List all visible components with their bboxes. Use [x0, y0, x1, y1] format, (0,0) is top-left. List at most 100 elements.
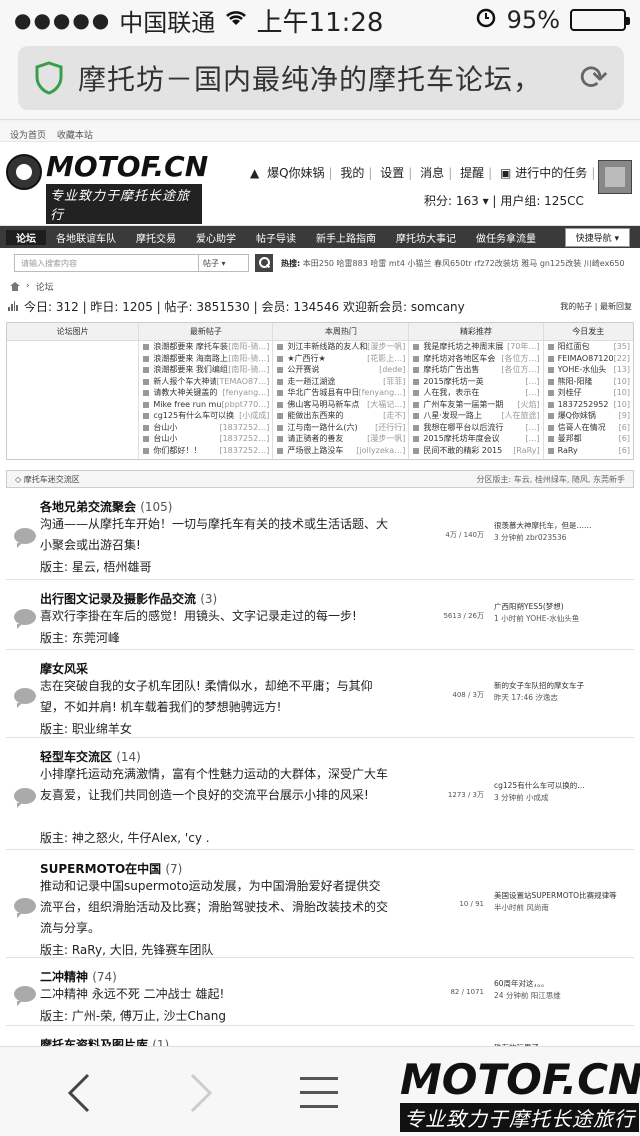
grid-row[interactable]: 严场很上路没车 [jollyzeka…] — [273, 445, 408, 457]
grid-row[interactable]: 八星·发现一路上 [人在旅途] — [409, 410, 542, 422]
grid-row[interactable]: 刘江丰新线路的友人和 [漫步一帆] — [273, 341, 408, 353]
grid-row[interactable]: 请正骑者的善友 [漫步一帆] — [273, 433, 408, 445]
grid-row[interactable]: 浪潮都要来 海南路上空 [南阳-骑…] — [139, 353, 272, 365]
grid-row[interactable]: 台山小 [1837252…] — [139, 422, 272, 434]
forum-name[interactable]: 摩女风采 — [40, 660, 88, 677]
forum-last-post[interactable]: 很羡慕大神摩托车，但是…… 3 分钟前 zbr023536 — [494, 520, 634, 544]
points-label[interactable]: 积分: 163 — [424, 194, 479, 208]
grid-row[interactable]: cg125有什么车可以换 [小成成] — [139, 410, 272, 422]
forum-name[interactable]: 摩托车资料及图片库 (1) — [40, 1036, 169, 1046]
grid-row[interactable]: FEIMAO87120 [22] — [544, 353, 633, 365]
grid-row[interactable]: 华北广告城县有中日 [fenyang…] — [273, 387, 408, 399]
grid-row[interactable]: 摩托坊广告出售 [各位方…] — [409, 364, 542, 376]
quick-nav-dropdown[interactable]: 快捷导航 ▾ — [564, 227, 630, 247]
grid-row[interactable]: 江与南一路什么(六) [还行行] — [273, 422, 408, 434]
search-type-select[interactable]: 帖子 ▾ — [199, 254, 249, 272]
nav-trade[interactable]: 摩托交易 — [126, 230, 186, 245]
grid-row[interactable]: 熊阳-阳隆 [10] — [544, 376, 633, 388]
menu-icon[interactable] — [300, 1077, 338, 1109]
grid-row[interactable]: 刘桂仔 [10] — [544, 387, 633, 399]
grid-row[interactable]: 2015摩托坊年度会议 […] — [409, 433, 542, 445]
forum-row[interactable]: 二冲精神 (74) 二冲精神 永远不死 二冲战士 雄起! 版主: 广州-荣, 傅万止… — [6, 958, 634, 1026]
grid-row[interactable]: YOHE-水仙头 [13] — [544, 364, 633, 376]
nav-tasks[interactable]: 做任务拿流量 — [466, 230, 546, 245]
forum-last-post[interactable]: 美国设置站SUPERMOTO比赛规律等 半小时前 风尚南 — [494, 890, 634, 914]
nav-charity[interactable]: 爱心助学 — [186, 230, 246, 245]
grid-row[interactable]: 2015摩托坊一英 […] — [409, 376, 542, 388]
forum-name[interactable]: SUPERMOTO在中国 (7) — [40, 860, 182, 877]
grid-row[interactable]: 曼邦都 [6] — [544, 433, 633, 445]
grid-row[interactable]: 民间不敢的精彩 2015 [RaRy] — [409, 445, 542, 457]
nav-guide[interactable]: 帖子导读 — [246, 230, 306, 245]
tasks-link[interactable]: 进行中的任务 — [515, 166, 587, 180]
last-post-title[interactable]: 广西阳朔YES5(梦想) — [494, 601, 634, 613]
grid-row[interactable]: 新人报个车大神请 [TEMAO87…] — [139, 376, 272, 388]
grid-row[interactable]: 浪潮都要来 摩托车装饰 [南阳-骑…] — [139, 341, 272, 353]
search-icon[interactable] — [255, 254, 273, 272]
grid-row[interactable]: 摩托坊对各地区车会 [各位方…] — [409, 353, 542, 365]
grid-row[interactable]: 走一趟江湖途 [菲菲] — [273, 376, 408, 388]
last-post-title[interactable]: 很羡慕大神摩托车，但是…… — [494, 520, 634, 532]
forum-name[interactable]: 各地兄弟交流聚会 (105) — [40, 498, 172, 515]
grid-row[interactable]: 请教大神关键盖的 [fenyang…] — [139, 387, 272, 399]
last-post-title[interactable]: cg125有什么车可以换的… — [494, 780, 634, 792]
set-home-link[interactable]: 设为首页 — [10, 131, 46, 141]
grid-row[interactable]: 人在我，表示在 […] — [409, 387, 542, 399]
my-posts-links[interactable]: 我的帖子 | 最新回复 — [560, 301, 632, 312]
my-link[interactable]: 我的 — [340, 166, 364, 180]
forum-row[interactable]: SUPERMOTO在中国 (7) 推动和记录中国supermoto运动发展，为中国… — [6, 850, 634, 958]
grid-row[interactable]: 台山小 [1837252…] — [139, 433, 272, 445]
address-bar[interactable]: 摩托坊－国内最纯净的摩托车论坛， ⟳ — [18, 46, 624, 110]
grid-row[interactable]: 爆Q你妹锅 [9] — [544, 410, 633, 422]
forum-row[interactable]: 出行图文记录及摄影作品交流 (3) 喜欢行李掛在车后的感觉！用镜头、文字记录走过的… — [6, 580, 634, 650]
forum-row[interactable]: 摩托车资料及图片库 (1)力争提供史上世界各知品牌摩托车的基本资料和收藏图片!5… — [6, 1026, 634, 1046]
forum-last-post[interactable]: 广西阳朔YES5(梦想) 1 小时前 YOHE-水仙头鱼 — [494, 601, 634, 625]
grid-row[interactable]: 公开赛说 [dede] — [273, 364, 408, 376]
notifications-link[interactable]: 提醒 — [460, 166, 484, 180]
grid-row[interactable]: 信哥人在情况 [6] — [544, 422, 633, 434]
breadcrumb-forum[interactable]: 论坛 — [36, 280, 54, 293]
section-title[interactable]: ◇ 摩托车迷交流区 — [15, 474, 80, 485]
username-link[interactable]: 爆Q你妹锅 — [267, 166, 324, 180]
bookmark-link[interactable]: 收藏本站 — [57, 131, 93, 141]
forum-row[interactable]: 轻型车交流区 (14) 小排摩托运动充满激情，富有个性魅力运动的大群体，深受广大车… — [6, 738, 634, 850]
group-label[interactable]: 用户组: 125CC — [500, 194, 584, 208]
grid-row[interactable]: Mike free run multi but[pbpt770…] — [139, 399, 272, 411]
forum-row[interactable]: 各地兄弟交流聚会 (105) 沟通——从摩托车开始！一切与摩托车有关的技术或生活话… — [6, 488, 634, 580]
forum-row[interactable]: 摩女风采 志在突破自我的女子机车团队! 柔情似水，却绝不平庸；与其仰望，不如并肩… — [6, 650, 634, 738]
reload-icon[interactable]: ⟳ — [580, 58, 609, 98]
grid-row[interactable]: 1837252952 [10] — [544, 399, 633, 411]
forum-name[interactable]: 二冲精神 (74) — [40, 968, 117, 985]
forum-last-post[interactable]: 新的女子车队招的摩女车子 昨天 17:46 汐逸志 — [494, 680, 634, 704]
hot-searches[interactable]: 热搜: 本田250 哈雷883 哈雷 mt4 小猫兰 春风650tr rfz72… — [281, 258, 625, 269]
grid-row[interactable]: 能做出东西来的 [走不] — [273, 410, 408, 422]
forward-icon[interactable] — [188, 1073, 214, 1113]
forum-last-post[interactable]: cg125有什么车可以换的… 3 分钟前 小成成 — [494, 780, 634, 804]
grid-row[interactable]: ★广西行★ [花影上…] — [273, 353, 408, 365]
search-input[interactable]: 请输入搜索内容 — [14, 254, 199, 272]
grid-row[interactable]: RaRy [6] — [544, 445, 633, 457]
grid-row[interactable]: 我是摩托坊之神周末展 [70年…] — [409, 341, 542, 353]
last-post-title[interactable]: 美国设置站SUPERMOTO比赛规律等 — [494, 890, 634, 902]
forum-last-post[interactable]: 60周年对这，。。 24 分钟前 阳江思维 — [494, 978, 634, 1002]
back-icon[interactable] — [66, 1073, 92, 1113]
last-post-title[interactable]: 60周年对这，。。 — [494, 978, 634, 990]
grid-row[interactable]: 佛山客马明马新车点 [大福记…] — [273, 399, 408, 411]
home-icon[interactable] — [10, 281, 20, 291]
grid-row[interactable]: 广州车友第一届第一期 [火焰] — [409, 399, 542, 411]
messages-link[interactable]: 消息 — [420, 166, 444, 180]
nav-forum[interactable]: 论坛 — [6, 229, 46, 245]
avatar[interactable] — [598, 160, 632, 194]
nav-teams[interactable]: 各地联谊车队 — [46, 230, 126, 245]
nav-newbie[interactable]: 新手上路指南 — [306, 230, 386, 245]
forum-name[interactable]: 出行图文记录及摄影作品交流 (3) — [40, 590, 217, 607]
grid-row[interactable]: 你们都好！！ [1837252…] — [139, 445, 272, 457]
nav-events[interactable]: 摩托坊大事记 — [386, 230, 466, 245]
grid-row[interactable]: 阳红面包 [35] — [544, 341, 633, 353]
grid-row[interactable]: 浪潮都要来 我们编组 [南阳-骑…] — [139, 364, 272, 376]
last-post-title[interactable]: 新的女子车队招的摩女车子 — [494, 680, 634, 692]
grid-row[interactable]: 我想在哪平台以后流行 […] — [409, 422, 542, 434]
settings-link[interactable]: 设置 — [380, 166, 404, 180]
site-logo[interactable]: MOTOF.CN 专业致力于摩托长途旅行 — [6, 150, 208, 224]
forum-name[interactable]: 轻型车交流区 (14) — [40, 748, 141, 765]
